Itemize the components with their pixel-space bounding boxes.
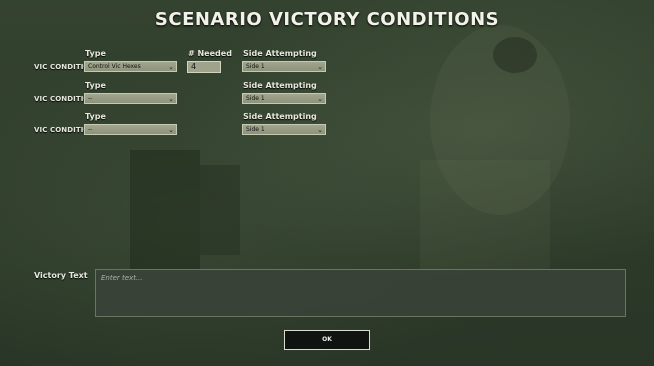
vic-condition-1-side-select[interactable]: Side 1 ⌄ — [242, 61, 326, 72]
side-attempting-header-1: Side Attempting — [243, 49, 317, 58]
chevron-down-icon: ⌄ — [317, 95, 323, 103]
vic-condition-2-side-select[interactable]: Side 1 ⌄ — [242, 93, 326, 104]
victory-text-label: Victory Text — [34, 271, 88, 280]
vic-condition-1-type-select[interactable]: Control Vic Hexes ⌄ — [84, 61, 177, 72]
type-header-3: Type — [85, 112, 106, 121]
chevron-down-icon: ⌄ — [168, 63, 174, 71]
side-attempting-header-3: Side Attempting — [243, 112, 317, 121]
vic-condition-2-type-value: -- — [88, 95, 93, 102]
vic-condition-3-side-select[interactable]: Side 1 ⌄ — [242, 124, 326, 135]
type-header-1: Type — [85, 49, 106, 58]
chevron-down-icon: ⌄ — [317, 126, 323, 134]
chevron-down-icon: ⌄ — [168, 95, 174, 103]
vic-condition-1-side-value: Side 1 — [246, 63, 265, 70]
victory-text-input[interactable]: Enter text... — [95, 269, 626, 317]
vic-condition-3-type-value: -- — [88, 126, 93, 133]
side-attempting-header-2: Side Attempting — [243, 81, 317, 90]
chevron-down-icon: ⌄ — [317, 63, 323, 71]
needed-header: # Needed — [188, 49, 232, 58]
vic-condition-1-needed-input[interactable]: 4 — [187, 61, 221, 73]
vic-condition-3-side-value: Side 1 — [246, 126, 265, 133]
ok-button[interactable]: OK — [284, 330, 370, 350]
chevron-down-icon: ⌄ — [168, 126, 174, 134]
vic-condition-3-type-select[interactable]: -- ⌄ — [84, 124, 177, 135]
page-title: SCENARIO VICTORY CONDITIONS — [154, 9, 500, 30]
vic-condition-1-type-value: Control Vic Hexes — [88, 63, 141, 70]
vic-condition-1-needed-value: 4 — [191, 62, 197, 71]
vic-condition-2-type-select[interactable]: -- ⌄ — [84, 93, 177, 104]
vic-condition-2-side-value: Side 1 — [246, 95, 265, 102]
type-header-2: Type — [85, 81, 106, 90]
victory-text-placeholder: Enter text... — [101, 274, 143, 282]
